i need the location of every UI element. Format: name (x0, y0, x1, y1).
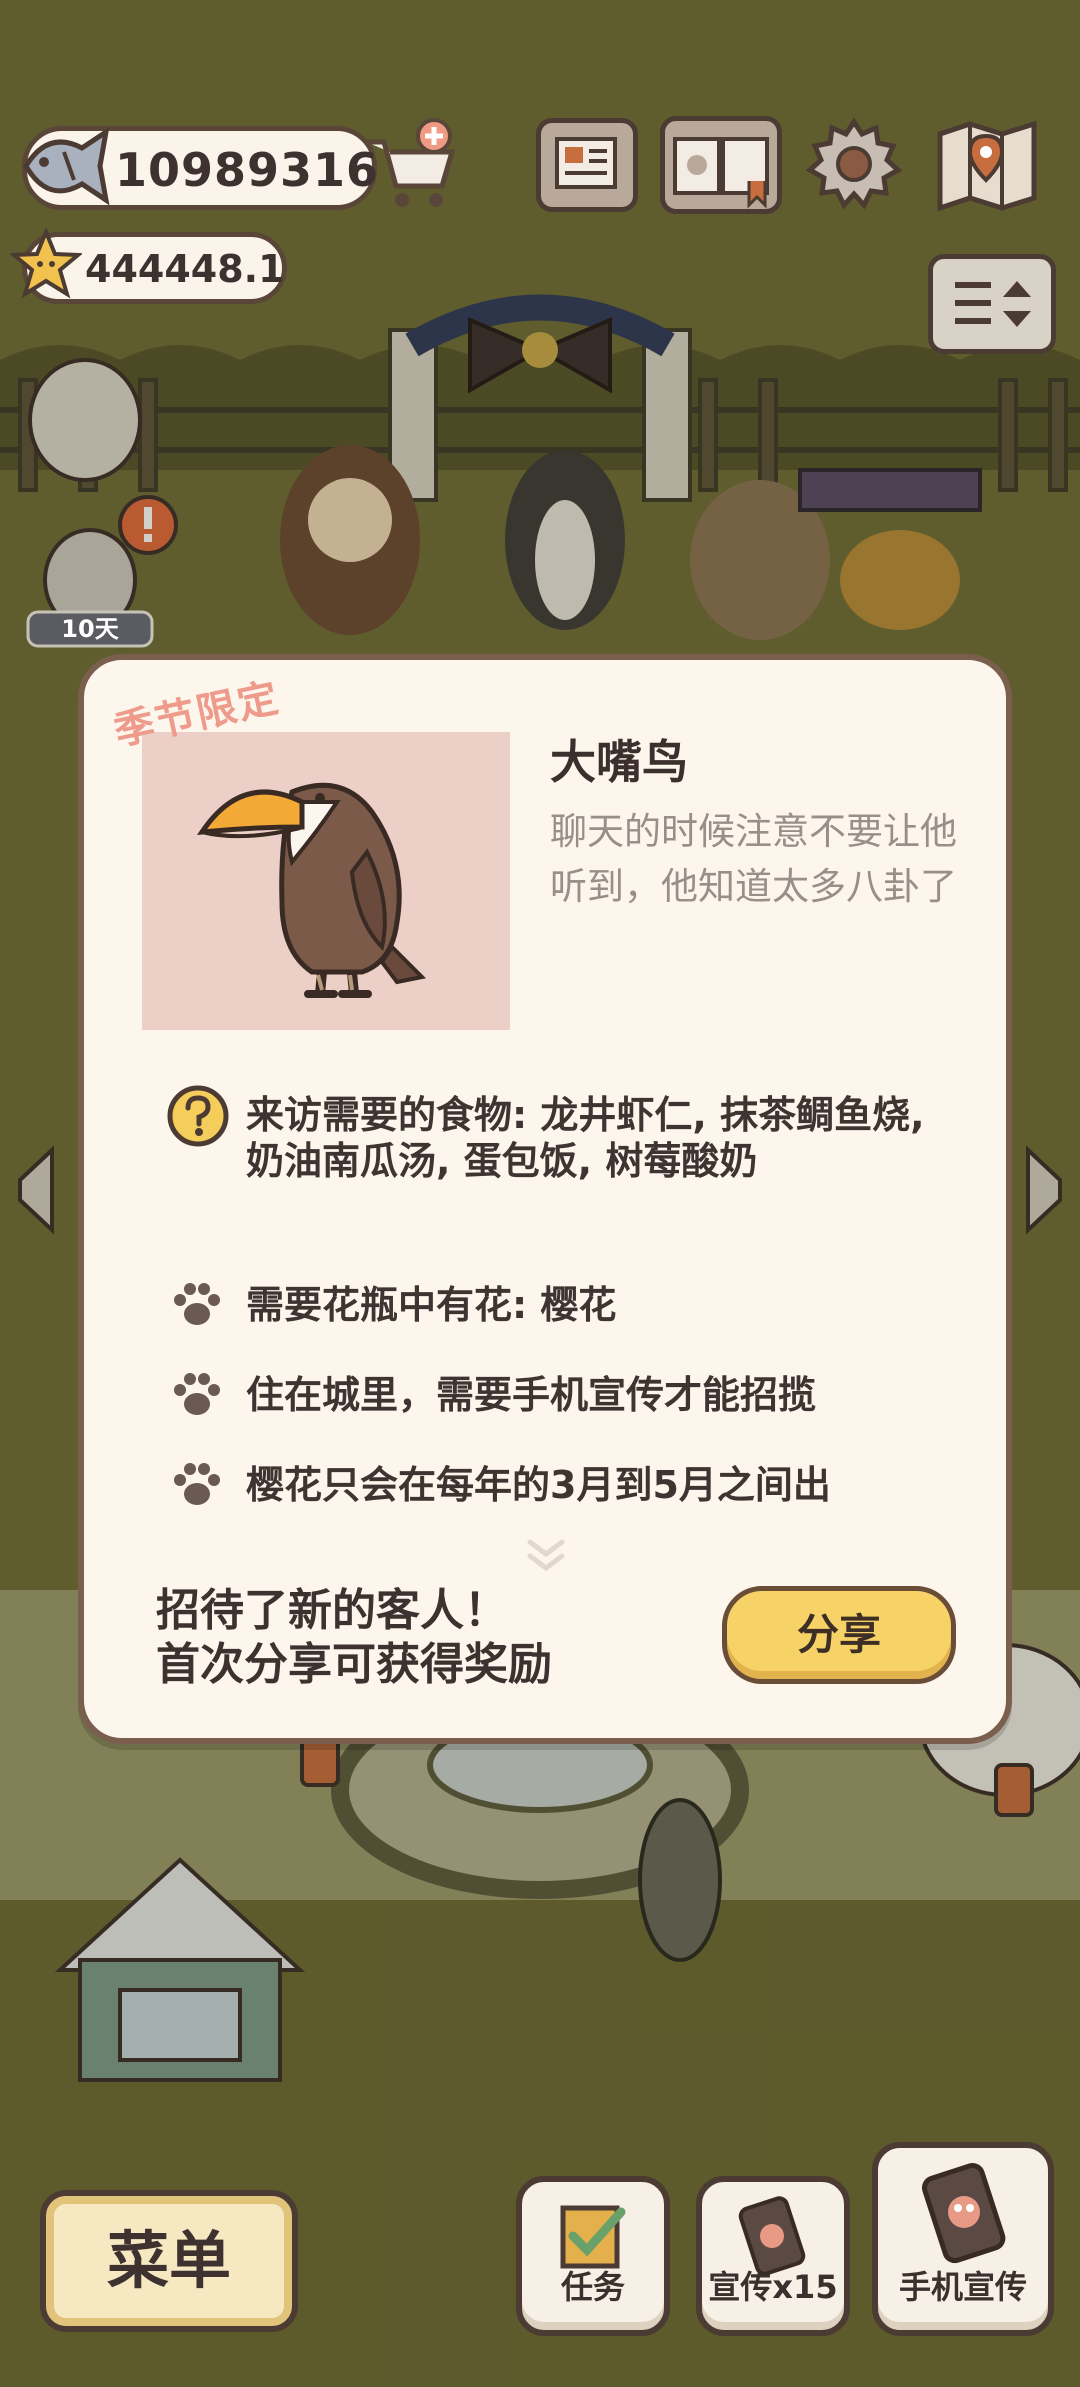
share-button[interactable]: 分享 (722, 1586, 956, 1684)
sort-icon (955, 281, 1031, 327)
book-icon (673, 137, 769, 209)
new-guest-line1: 招待了新的客人！ (156, 1585, 508, 1636)
phone-icon (921, 2162, 1006, 2264)
star-icon (10, 228, 82, 299)
menu-button[interactable]: 菜单 (40, 2190, 298, 2332)
days-badge: 10天 (61, 615, 119, 643)
phone-promotion-label: 手机宣传 (898, 2268, 1027, 2306)
guest-info-dialog: 季节限定 大嘴鸟 聊天的时候注意不要让他听到，他知道太多八卦了 来访需要的食物:… (78, 654, 1012, 1744)
map-icon[interactable] (932, 114, 1042, 214)
settings-gear-icon[interactable] (806, 116, 902, 212)
requirement-flower-vase: 需要花瓶中有花: 樱花 (246, 1283, 617, 1327)
shop-cart-icon[interactable] (360, 118, 460, 210)
guest-description: 聊天的时候注意不要让他听到，他知道太多八卦了 (550, 810, 957, 908)
requirement-food: 来访需要的食物: 龙井虾仁, 抹茶鲷鱼烧, 奶油南瓜汤, 蛋包饭, 树莓酸奶 (246, 1093, 925, 1183)
fish-icon (23, 126, 110, 206)
new-guest-line2: 首次分享可获得奖励 (156, 1639, 552, 1690)
paw-icon (174, 1373, 220, 1415)
sort-toggle-button[interactable] (928, 254, 1056, 354)
paw-icon (174, 1283, 220, 1325)
phone-promotion-button[interactable]: 手机宣传 (872, 2142, 1054, 2336)
scroll-down-chevron-icon[interactable] (524, 1538, 568, 1572)
toucan-illustration (196, 782, 427, 998)
requirement-phone-promo: 住在城里，需要手机宣传才能招揽 (246, 1373, 817, 1417)
question-icon (167, 1085, 229, 1147)
tasks-button[interactable]: 任务 (516, 2176, 670, 2336)
paw-icon (174, 1463, 220, 1505)
star-count: 444448.1 (85, 247, 285, 291)
guest-portrait (142, 732, 510, 1030)
newspaper-button[interactable] (536, 118, 638, 212)
guest-name: 大嘴鸟 (550, 735, 688, 789)
fish-count: 10989316 (115, 143, 380, 197)
promotion-button[interactable]: 宣传x15 (696, 2176, 850, 2336)
newspaper-icon (555, 137, 617, 189)
new-guest-message: 招待了新的客人！ 首次分享可获得奖励 (156, 1584, 552, 1692)
guestbook-button[interactable] (660, 116, 782, 214)
promotion-label: 宣传x15 (708, 2268, 838, 2306)
tasks-label: 任务 (560, 2268, 625, 2306)
requirement-season-note: 樱花只会在每年的3月到5月之间出 (246, 1463, 831, 1507)
